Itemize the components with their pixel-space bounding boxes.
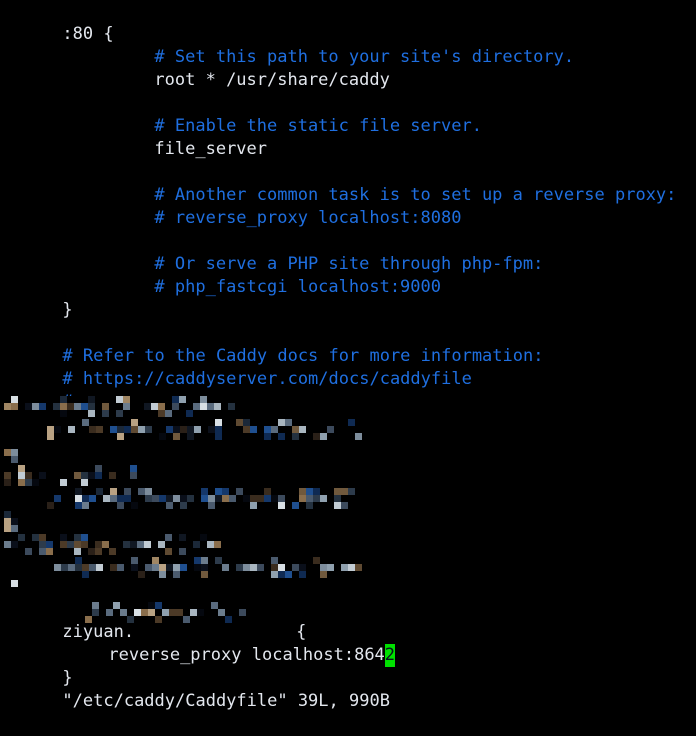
site-close-brace: }: [62, 668, 73, 688]
code-line: }: [0, 276, 696, 320]
comment-line: # Refer to the Caddy docs for more infor…: [0, 322, 696, 366]
comment-line: # Or serve a PHP site through php-fpm:: [0, 230, 696, 274]
comment-line: # php_fastcgi localhost:9000: [0, 253, 696, 297]
code-line: root * /usr/share/caddy: [0, 46, 696, 90]
code-line: :80 {: [0, 0, 696, 44]
comment-line: #: [0, 368, 696, 412]
vim-status-line: "/etc/caddy/Caddyfile" 39L, 990B: [0, 667, 696, 711]
reverse-proxy-directive-line: reverse_proxy localhost:8642: [0, 621, 696, 667]
redacted-line: [0, 391, 696, 414]
comment-line: # reverse_proxy localhost:8080: [0, 184, 696, 228]
redacted-line: [0, 414, 696, 437]
code-line: file_server: [0, 115, 696, 159]
redacted-line: [0, 552, 696, 575]
terminal-screen[interactable]: :80 { # Set this path to your site's dir…: [0, 0, 696, 711]
redacted-line: [0, 437, 696, 460]
redacted-line: [0, 506, 696, 529]
comment-line: # Another common task is to set up a rev…: [0, 161, 696, 205]
site-close-brace-line: }: [0, 644, 696, 688]
redacted-line: [0, 529, 696, 552]
status-file-info: "/etc/caddy/Caddyfile" 39L, 990B: [62, 691, 390, 711]
redacted-line: [0, 575, 696, 598]
site-host-line: ziyuan. {: [0, 598, 696, 642]
comment-line: # https://caddyserver.com/docs/caddyfile: [0, 345, 696, 389]
comment-line: # Set this path to your site's directory…: [0, 23, 696, 67]
comment-line: # Enable the static file server.: [0, 92, 696, 136]
editor-buffer[interactable]: :80 { # Set this path to your site's dir…: [0, 0, 696, 711]
redacted-line: [0, 483, 696, 506]
redacted-line: [0, 460, 696, 483]
